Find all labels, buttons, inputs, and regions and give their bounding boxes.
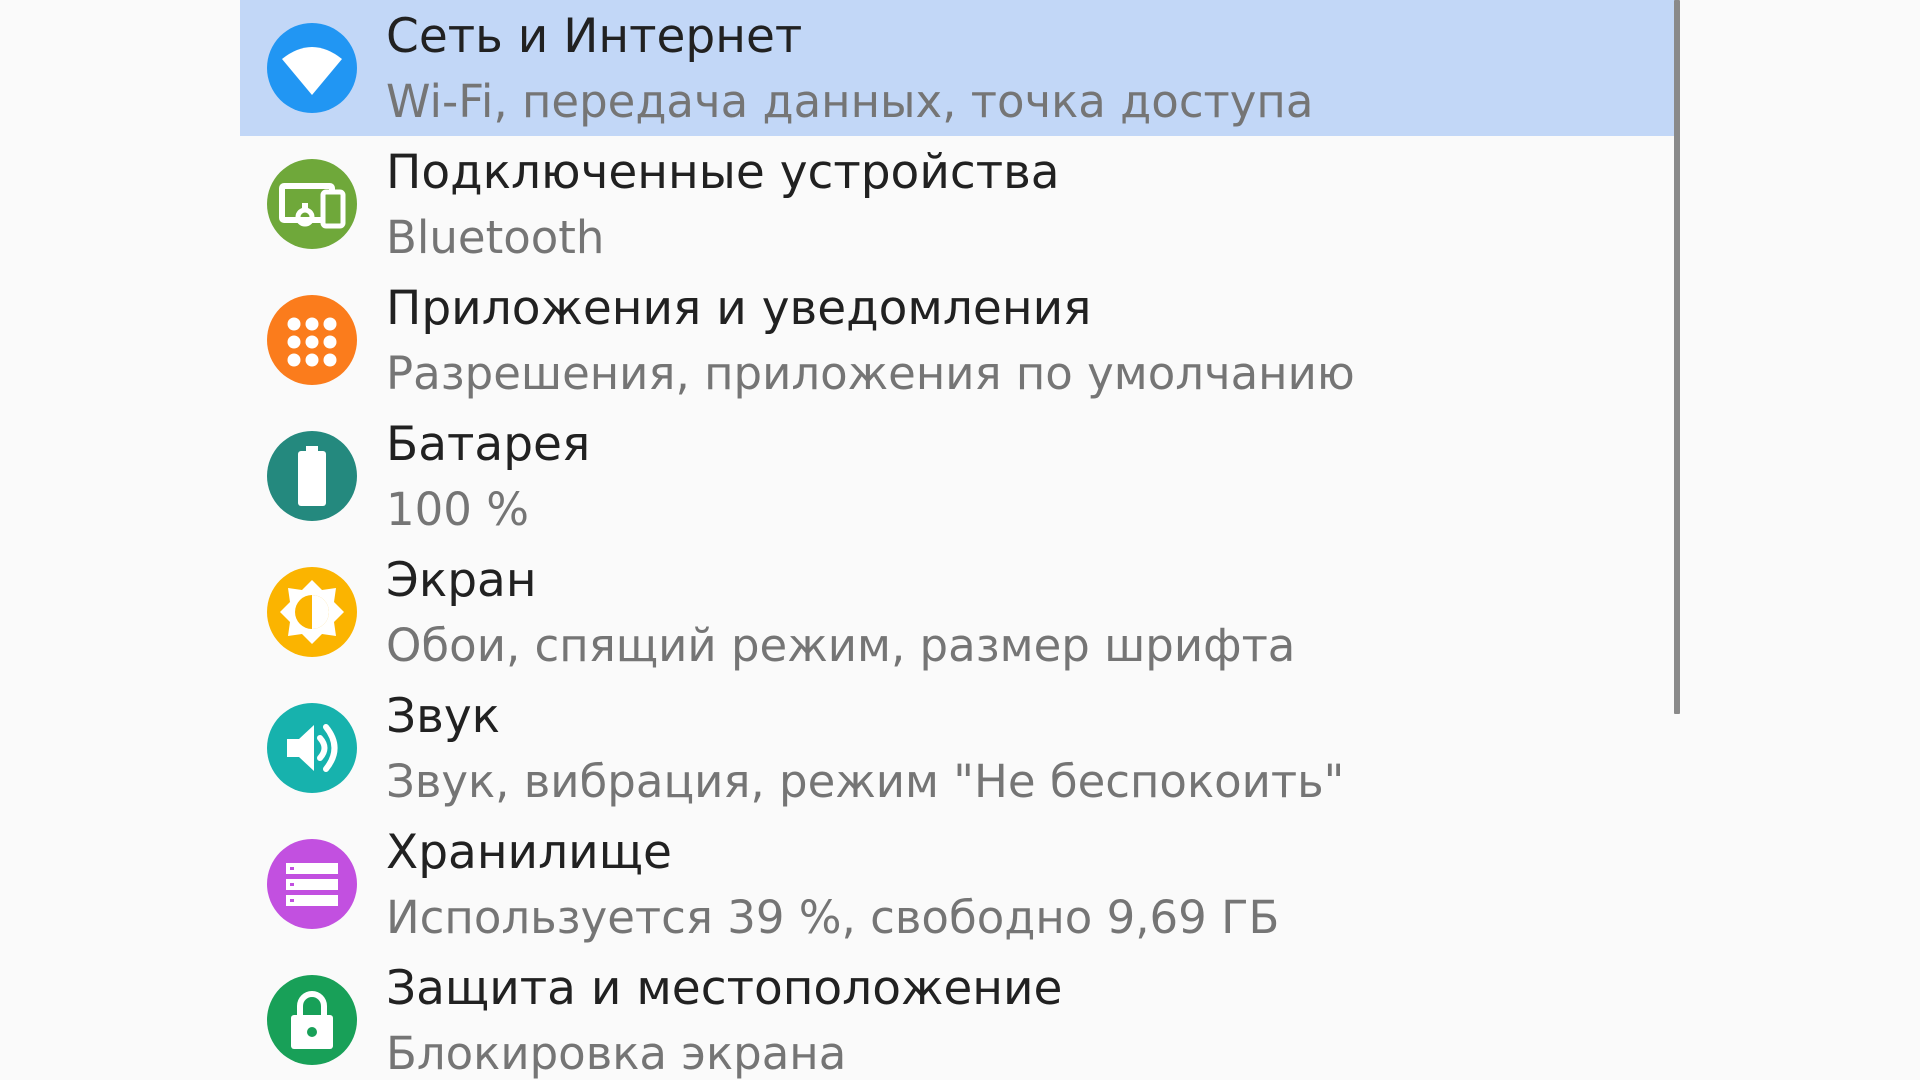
- settings-item-title: Звук: [386, 689, 501, 744]
- settings-item-display[interactable]: Экран Обои, спящий режим, размер шрифта: [240, 544, 1679, 680]
- battery-icon: [267, 431, 357, 521]
- wifi-icon: [267, 23, 357, 113]
- storage-icon: [267, 839, 357, 929]
- brightness-icon: [267, 567, 357, 657]
- scrollbar[interactable]: [1674, 0, 1680, 714]
- settings-screen: Сеть и Интернет Wi-Fi, передача данных, …: [0, 0, 1920, 1080]
- settings-item-title: Приложения и уведомления: [386, 281, 1092, 336]
- volume-icon: [267, 703, 357, 793]
- settings-item-storage[interactable]: Хранилище Используется 39 %, свободно 9,…: [240, 816, 1679, 952]
- settings-item-title: Сеть и Интернет: [386, 9, 803, 64]
- settings-item-subtitle: Обои, спящий режим, размер шрифта: [386, 619, 1296, 672]
- apps-grid-icon: [267, 295, 357, 385]
- settings-item-subtitle: Блокировка экрана: [386, 1027, 847, 1080]
- settings-item-sound[interactable]: Звук Звук, вибрация, режим "Не беспокоит…: [240, 680, 1679, 816]
- lock-icon: [267, 975, 357, 1065]
- settings-item-title: Хранилище: [386, 825, 672, 880]
- settings-item-subtitle: Используется 39 %, свободно 9,69 ГБ: [386, 891, 1280, 944]
- settings-item-subtitle: Разрешения, приложения по умолчанию: [386, 347, 1355, 400]
- settings-item-apps[interactable]: Приложения и уведомления Разрешения, при…: [240, 272, 1679, 408]
- settings-item-subtitle: Wi-Fi, передача данных, точка доступа: [386, 75, 1314, 128]
- settings-item-connected-devices[interactable]: Подключенные устройства Bluetooth: [240, 136, 1679, 272]
- settings-item-title: Батарея: [386, 417, 591, 472]
- settings-item-network[interactable]: Сеть и Интернет Wi-Fi, передача данных, …: [240, 0, 1679, 136]
- settings-item-battery[interactable]: Батарея 100 %: [240, 408, 1679, 544]
- settings-item-subtitle: Звук, вибрация, режим "Не беспокоить": [386, 755, 1345, 808]
- settings-item-security-location[interactable]: Защита и местоположение Блокировка экран…: [240, 952, 1679, 1080]
- settings-list: Сеть и Интернет Wi-Fi, передача данных, …: [240, 0, 1679, 1080]
- connected-devices-icon: [267, 159, 357, 249]
- settings-item-title: Подключенные устройства: [386, 145, 1060, 200]
- settings-item-title: Экран: [386, 553, 537, 608]
- settings-item-title: Защита и местоположение: [386, 961, 1063, 1016]
- settings-item-subtitle: Bluetooth: [386, 211, 605, 264]
- settings-item-subtitle: 100 %: [386, 483, 529, 536]
